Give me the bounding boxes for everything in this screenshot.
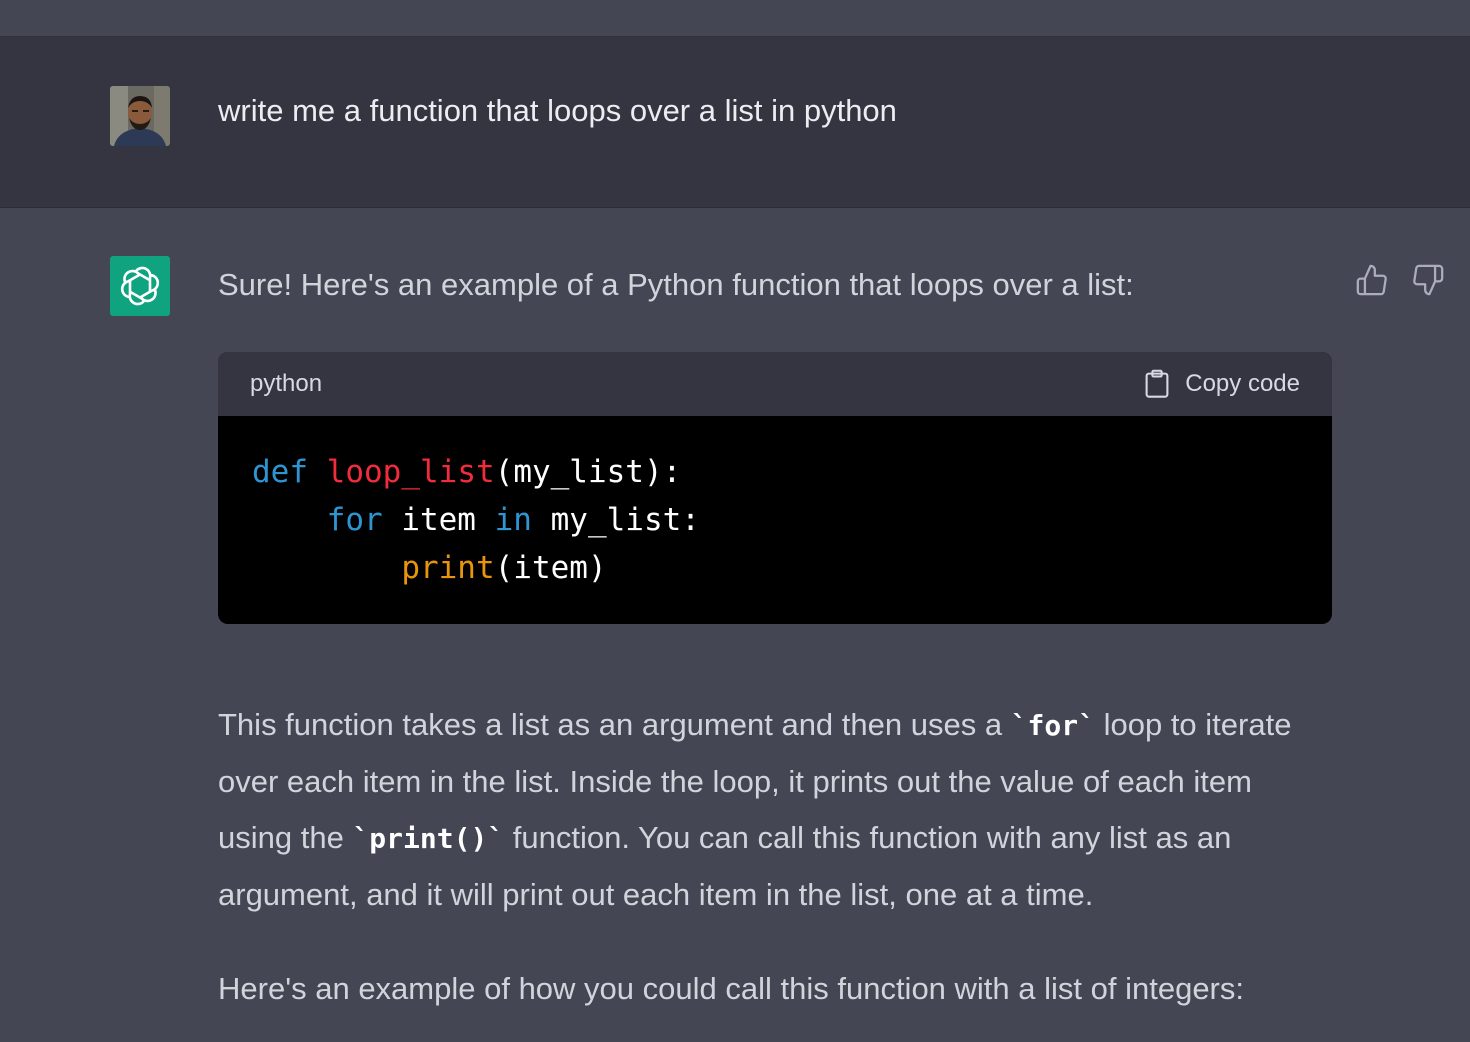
code-block: python Copy code def loop_list(my_list):…: [218, 352, 1332, 624]
code-token: loop_list: [326, 454, 495, 490]
code-token: (my_list):: [494, 454, 682, 490]
code-line: print(item): [252, 544, 1298, 592]
user-message-text: write me a function that loops over a li…: [218, 93, 897, 128]
code-language-label: python: [250, 370, 323, 397]
code-token: def: [252, 454, 308, 490]
code-line: def loop_list(my_list):: [252, 448, 1298, 496]
explanation-paragraph: This function takes a list as an argumen…: [218, 697, 1328, 923]
explanation-text-1: This function takes a list as an argumen…: [218, 707, 1011, 742]
code-token: for: [326, 502, 383, 538]
code-token: my_list:: [531, 502, 700, 538]
code-token: item: [382, 502, 495, 538]
thumbs-up-button[interactable]: [1354, 262, 1390, 298]
inline-code-print: `print()`: [352, 822, 505, 855]
clipboard-icon: [1145, 369, 1169, 398]
thumbs-down-button[interactable]: [1410, 262, 1446, 298]
code-token: in: [494, 502, 532, 538]
code-content: def loop_list(my_list): for item in my_l…: [218, 416, 1332, 592]
openai-logo-icon: [120, 266, 160, 306]
previous-message-strip: [0, 0, 1470, 37]
thumbs-down-icon: [1413, 264, 1444, 296]
user-avatar: [110, 86, 170, 146]
code-token: (item): [494, 550, 607, 586]
copy-code-label: Copy code: [1185, 370, 1300, 397]
inline-code-for: `for`: [1010, 709, 1095, 742]
code-block-header: python Copy code: [218, 352, 1332, 416]
code-token: print: [401, 550, 495, 586]
assistant-intro-text: Sure! Here's an example of a Python func…: [218, 267, 1134, 302]
code-line: for item in my_list:: [252, 496, 1298, 544]
thumbs-up-icon: [1356, 264, 1387, 296]
copy-code-button[interactable]: Copy code: [1143, 369, 1300, 399]
assistant-avatar: [110, 256, 170, 316]
example-call-paragraph: Here's an example of how you could call …: [218, 971, 1244, 1006]
